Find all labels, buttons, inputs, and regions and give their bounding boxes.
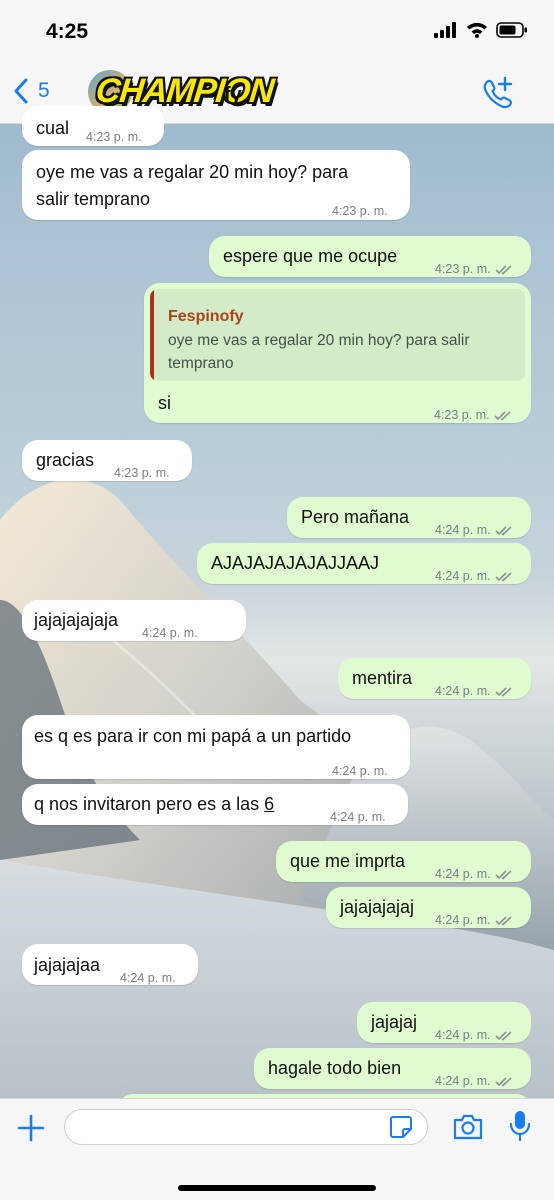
- double-check-icon: [495, 264, 512, 274]
- contact-name-suffix[interactable]: fy: [224, 84, 242, 107]
- camera-button[interactable]: [452, 1113, 484, 1146]
- status-bar: 4:25: [0, 0, 554, 60]
- message-incoming[interactable]: q nos invitaron pero es a las 6 4:24 p. …: [22, 784, 408, 825]
- message-text: jajajajaa: [34, 955, 101, 975]
- message-incoming[interactable]: jajajajajaja 4:24 p. m.: [22, 600, 246, 641]
- composer-bar: [0, 1098, 554, 1200]
- message-meta: 4:24 p. m.: [435, 906, 513, 934]
- message-text: que me imprta: [290, 851, 406, 871]
- message-meta: 4:23 p. m.: [435, 255, 513, 283]
- message-outgoing[interactable]: Pero mañana 4:24 p. m.: [287, 497, 531, 538]
- message-text: jajajaj: [371, 1012, 418, 1032]
- double-check-icon: [494, 410, 511, 420]
- message-text: oye me vas a regalar 20 min hoy? para: [36, 162, 349, 182]
- message-time: 4:24 p. m.: [435, 523, 491, 537]
- status-time: 4:25: [46, 20, 89, 43]
- message-outgoing[interactable]: jajajajajaj 4:24 p. m.: [326, 887, 531, 928]
- message-meta: 4:24 p. m.: [435, 677, 513, 705]
- message-text: AJAJAJAJAJAJJAAJ: [211, 553, 380, 573]
- message-time: 4:23 p. m.: [114, 466, 170, 480]
- message-outgoing[interactable]: jajajaj 4:24 p. m.: [357, 1002, 531, 1043]
- unread-count: 5: [38, 79, 50, 102]
- message-outgoing-reply[interactable]: Fespinofy oye me vas a regalar 20 min ho…: [144, 283, 531, 423]
- message-time: 4:23 p. m.: [332, 204, 388, 218]
- message-time: 4:24 p. m.: [120, 971, 176, 985]
- status-icons: [434, 22, 528, 38]
- message-time: 4:23 p. m.: [86, 130, 142, 144]
- message-outgoing[interactable]: hagale todo bien 4:24 p. m.: [254, 1048, 531, 1089]
- message-text: gracias: [36, 450, 95, 470]
- message-time: 4:24 p. m.: [435, 913, 491, 927]
- double-check-icon: [495, 1076, 512, 1086]
- battery-icon: [496, 22, 527, 38]
- message-time: 4:24 p. m.: [142, 626, 198, 640]
- quote-text: oye me vas a regalar 20 min hoy? para sa…: [168, 332, 470, 372]
- message-text: jajajajajaja: [34, 610, 119, 630]
- message-meta: 4:23 p. m.: [434, 401, 512, 429]
- message-outgoing[interactable]: que me imprta 4:24 p. m.: [276, 841, 531, 882]
- message-input[interactable]: [64, 1109, 428, 1145]
- double-check-icon: [495, 571, 512, 581]
- message-meta: 4:24 p. m.: [435, 1067, 513, 1095]
- double-check-icon: [495, 915, 512, 925]
- message-outgoing[interactable]: mentira 4:24 p. m.: [338, 658, 531, 699]
- message-incoming[interactable]: jajajajaa 4:24 p. m.: [22, 944, 198, 985]
- plus-icon: [17, 1114, 45, 1142]
- quote-author: Fespinofy: [168, 308, 244, 325]
- message-time: 4:24 p. m.: [435, 684, 491, 698]
- message-text: mentira: [352, 668, 413, 688]
- message-time: 4:24 p. m.: [435, 867, 491, 881]
- message-text: cual: [36, 118, 70, 138]
- message-text: espere que me ocupe: [223, 246, 398, 266]
- microphone-icon: [509, 1111, 531, 1142]
- message-meta: 4:24 p. m.: [435, 1021, 513, 1049]
- double-check-icon: [495, 525, 512, 535]
- message-meta: 4:24 p. m.: [435, 860, 513, 888]
- message-time: 4:24 p. m.: [435, 1028, 491, 1042]
- back-button[interactable]: 5: [14, 78, 50, 104]
- message-text: Pero mañana: [301, 507, 410, 527]
- sticker-button[interactable]: [389, 1115, 413, 1144]
- quote-accent-bar: [150, 289, 154, 381]
- message-incoming[interactable]: cual 4:23 p. m.: [22, 106, 164, 146]
- call-button[interactable]: [480, 76, 514, 115]
- message-text-body: q nos invitaron pero es a las: [34, 794, 265, 814]
- message-outgoing[interactable]: AJAJAJAJAJAJJAAJ 4:24 p. m.: [197, 543, 531, 584]
- message-text: es q es para ir con mi papá a un partido: [34, 726, 352, 746]
- phone-plus-icon: [483, 76, 513, 109]
- message-time: 4:24 p. m.: [330, 810, 386, 824]
- message-time: 4:24 p. m.: [332, 764, 388, 778]
- message-time: 4:23 p. m.: [434, 408, 490, 422]
- camera-icon: [453, 1114, 483, 1140]
- double-check-icon: [495, 869, 512, 879]
- message-meta: 4:24 p. m.: [435, 516, 513, 544]
- time-link[interactable]: 6: [264, 794, 274, 814]
- message-text: si: [158, 393, 171, 413]
- double-check-icon: [495, 1030, 512, 1040]
- attach-button[interactable]: [16, 1113, 46, 1148]
- wifi-icon: [467, 22, 487, 38]
- chevron-left-icon: [14, 78, 28, 104]
- message-incoming[interactable]: es q es para ir con mi papá a un partido…: [22, 715, 410, 779]
- message-time: 4:24 p. m.: [435, 1074, 491, 1088]
- message-meta: 4:24 p. m.: [435, 562, 513, 590]
- message-text: jajajajajaj: [340, 897, 415, 917]
- message-incoming[interactable]: oye me vas a regalar 20 min hoy? para sa…: [22, 150, 410, 220]
- voice-button[interactable]: [508, 1109, 532, 1148]
- message-time: 4:24 p. m.: [435, 569, 491, 583]
- home-indicator: [178, 1185, 376, 1191]
- message-text-line2: salir temprano: [36, 189, 151, 209]
- message-text: q nos invitaron pero es a las 6: [34, 790, 274, 818]
- sticker-icon: [390, 1116, 412, 1138]
- message-outgoing[interactable]: espere que me ocupe 4:23 p. m.: [209, 236, 531, 277]
- signal-icon: [434, 22, 456, 38]
- message-incoming[interactable]: gracias 4:23 p. m.: [22, 440, 192, 481]
- message-time: 4:23 p. m.: [435, 262, 491, 276]
- double-check-icon: [495, 686, 512, 696]
- message-text: hagale todo bien: [268, 1058, 402, 1078]
- quoted-message[interactable]: Fespinofy oye me vas a regalar 20 min ho…: [150, 289, 525, 381]
